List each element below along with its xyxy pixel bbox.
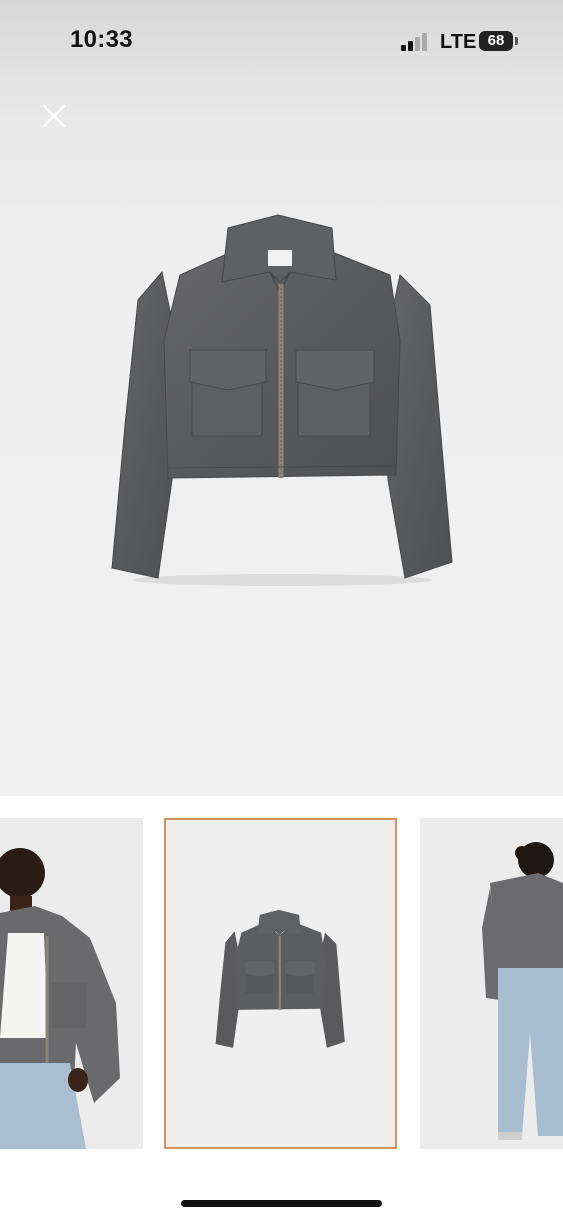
network-type: LTE (440, 31, 477, 53)
divider (0, 796, 563, 816)
battery-level: 68 (479, 31, 513, 51)
status-time: 10:33 (70, 26, 133, 53)
jacket-thumbnail-image (166, 820, 395, 1147)
close-button[interactable] (38, 100, 70, 132)
home-indicator[interactable] (181, 1200, 382, 1207)
status-bar: 10:33 LTE 68 (0, 0, 563, 80)
cellular-signal-icon (401, 33, 431, 51)
model-back-image (420, 818, 563, 1149)
model-front-image (0, 818, 143, 1149)
battery-tip-icon (515, 37, 518, 45)
thumbnail-model-back[interactable] (420, 818, 563, 1149)
thumbnail-model-front[interactable] (0, 818, 143, 1149)
jacket-image (111, 214, 453, 586)
thumbnail-jacket-product[interactable] (164, 818, 397, 1149)
product-gallery-screen: 10:33 LTE 68 (0, 0, 563, 1219)
close-icon (42, 104, 66, 128)
main-product-image[interactable] (0, 0, 563, 796)
